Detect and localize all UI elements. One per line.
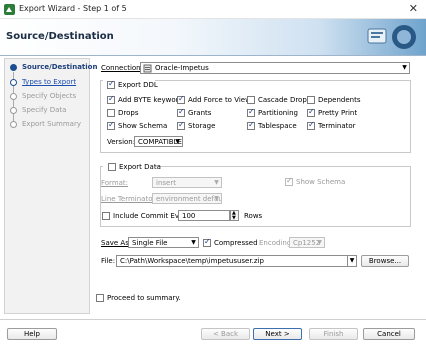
- browse-button[interactable]: Browse...: [361, 255, 409, 267]
- connection-label: Connection:: [101, 64, 143, 72]
- version-select[interactable]: COMPATIBLE ▼: [134, 136, 183, 147]
- dependents-checkbox[interactable]: [307, 96, 315, 104]
- line-terminator-label: Line Terminator:: [101, 195, 158, 203]
- chevron-down-icon: ▼: [317, 239, 322, 246]
- cascade-drops-checkbox[interactable]: [247, 96, 255, 104]
- step-icon: [10, 107, 17, 114]
- back-button[interactable]: < Back: [201, 328, 250, 340]
- add-byte-keyword-checkbox[interactable]: [107, 94, 115, 104]
- cascade-drops-label: Cascade Drops: [258, 96, 311, 104]
- add-force-to-views-label: Add Force to Views: [188, 96, 255, 104]
- file-path-value: C:\Path\Workspace\temp\impetususer.zip: [120, 257, 264, 265]
- step-specify-data: Specify Data: [22, 106, 67, 114]
- storage-checkbox[interactable]: [177, 120, 185, 130]
- format-value: insert: [156, 179, 176, 187]
- show-schema-label: Show Schema: [118, 122, 168, 130]
- pretty-print-checkbox[interactable]: [307, 107, 315, 117]
- app-icon: [4, 4, 15, 15]
- connection-value: Oracle-Impetus: [155, 64, 209, 72]
- page-title: Source/Destination: [6, 31, 114, 42]
- pretty-print-label: Pretty Print: [318, 109, 358, 117]
- next-button[interactable]: Next >: [253, 328, 302, 340]
- storage-label: Storage: [188, 122, 216, 130]
- database-icon: [143, 64, 152, 73]
- partitioning-label: Partitioning: [258, 109, 298, 117]
- cancel-button[interactable]: Cancel: [363, 328, 415, 340]
- commit-rows-input[interactable]: 100: [178, 210, 230, 221]
- proceed-summary-label: Proceed to summary.: [107, 294, 181, 302]
- tablespace-label: Tablespace: [258, 122, 297, 130]
- step-specify-objects: Specify Objects: [22, 92, 77, 100]
- data-show-schema-checkbox[interactable]: [285, 176, 293, 186]
- export-data-checkbox[interactable]: [108, 163, 116, 171]
- format-select[interactable]: insert ▼: [152, 177, 222, 188]
- version-label: Version:: [107, 138, 136, 146]
- chevron-down-icon: ▼: [214, 179, 219, 186]
- grants-checkbox[interactable]: [177, 107, 185, 117]
- chevron-down-icon: ▼: [214, 195, 219, 202]
- commit-rows-value: 100: [182, 212, 196, 220]
- tablespace-checkbox[interactable]: [247, 120, 255, 130]
- add-byte-keyword-label: Add BYTE keyword: [118, 96, 183, 104]
- add-force-to-views-checkbox[interactable]: [177, 94, 185, 104]
- step-export-summary: Export Summary: [22, 120, 81, 128]
- step-source-destination: Source/Destination: [22, 63, 98, 71]
- wizard-graphic-icon: [367, 25, 416, 49]
- chevron-down-icon: ▼: [175, 138, 180, 145]
- drops-label: Drops: [118, 109, 139, 117]
- window-title: Export Wizard - Step 1 of 5: [19, 4, 127, 13]
- partitioning-checkbox[interactable]: [247, 107, 255, 117]
- step-types-to-export[interactable]: Types to Export: [22, 78, 76, 86]
- include-commit-checkbox[interactable]: [102, 212, 110, 220]
- step-current-icon: [10, 64, 17, 71]
- grants-label: Grants: [188, 109, 212, 117]
- steps-panel: Source/Destination Types to Export Speci…: [4, 58, 97, 314]
- show-schema-checkbox[interactable]: [107, 120, 115, 130]
- data-show-schema-label: Show Schema: [296, 178, 346, 186]
- close-icon[interactable]: ✕: [409, 2, 418, 15]
- chevron-down-icon[interactable]: ▼: [347, 256, 356, 266]
- compressed-label: Compressed: [214, 239, 258, 247]
- dependents-label: Dependents: [318, 96, 361, 104]
- finish-button[interactable]: Finish: [309, 328, 358, 340]
- help-button[interactable]: Help: [7, 328, 57, 340]
- chevron-down-icon: ▼: [191, 239, 196, 246]
- save-as-label: Save As: [101, 239, 129, 247]
- drops-checkbox[interactable]: [107, 109, 115, 117]
- terminator-label: Terminator: [318, 122, 356, 130]
- step-icon: [10, 93, 17, 100]
- export-ddl-label: Export DDL: [118, 81, 158, 89]
- compressed-checkbox[interactable]: [203, 237, 211, 247]
- terminator-checkbox[interactable]: [307, 120, 315, 130]
- connection-select[interactable]: Oracle-Impetus ▼: [140, 62, 410, 74]
- encoding-select[interactable]: Cp1252 ▼: [289, 237, 325, 248]
- export-ddl-checkbox[interactable]: [107, 79, 115, 89]
- line-terminator-select[interactable]: environment default ▼: [152, 193, 222, 204]
- save-as-value: Single File: [132, 239, 168, 247]
- footer-divider: [0, 319, 426, 320]
- file-label: File:: [101, 257, 116, 265]
- save-as-select[interactable]: Single File ▼: [128, 237, 199, 248]
- commit-rows-spinner[interactable]: ▲ ▼: [230, 210, 239, 221]
- rows-label: Rows: [244, 212, 263, 220]
- step-icon: [10, 79, 17, 86]
- wizard-header: Source/Destination: [0, 19, 426, 55]
- step-icon: [10, 121, 17, 128]
- spinner-down-icon[interactable]: ▼: [232, 215, 236, 221]
- format-label: Format:: [101, 179, 129, 187]
- export-data-label: Export Data: [119, 163, 161, 171]
- file-path-input[interactable]: C:\Path\Workspace\temp\impetususer.zip ▼: [116, 255, 357, 267]
- proceed-summary-checkbox[interactable]: [96, 294, 104, 302]
- header-divider: [0, 55, 426, 56]
- chevron-down-icon: ▼: [402, 64, 407, 71]
- title-bar: Export Wizard - Step 1 of 5 ✕: [0, 0, 426, 19]
